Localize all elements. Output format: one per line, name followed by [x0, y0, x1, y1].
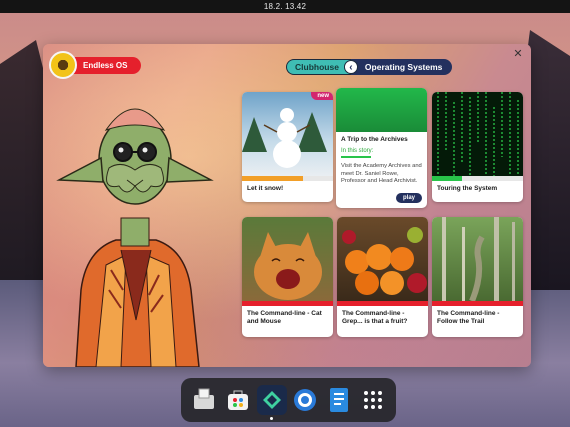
matrix-code-image: [437, 92, 519, 176]
card-description: Visit the Academy Archives and meet Dr. …: [341, 163, 422, 185]
card-progress-bar: [242, 176, 333, 181]
avatar: [49, 51, 77, 79]
quest-card[interactable]: The Command-line - Follow the Trail: [432, 217, 523, 337]
top-bar: 18.2. 13.42: [0, 0, 570, 13]
card-progress-bar: [432, 176, 523, 181]
clubhouse-window: ✕ Endless OS Clubhouse ‹ Operating Syste…: [43, 44, 531, 367]
card-title: Let it snow!: [247, 185, 284, 192]
card-title: The Command-line - Cat and Mouse: [247, 310, 322, 326]
card-thumbnail: new: [242, 92, 333, 176]
app-grid-icon[interactable]: [358, 385, 388, 415]
play-button[interactable]: play: [395, 193, 422, 203]
fruit-image: [342, 227, 427, 295]
browser-icon[interactable]: [290, 385, 320, 415]
card-progress-bar: [242, 301, 333, 306]
breadcrumb-current: Operating Systems: [350, 59, 453, 75]
files-app-icon[interactable]: [189, 385, 219, 415]
quest-card-expanded[interactable]: A Trip to the Archives In this story: Vi…: [336, 88, 427, 208]
breadcrumb-clubhouse[interactable]: Clubhouse: [286, 59, 351, 75]
card-subtitle: In this story:: [341, 148, 374, 155]
card-thumbnail: [336, 88, 427, 132]
close-icon[interactable]: ✕: [511, 47, 525, 61]
card-thumbnail: [337, 217, 428, 301]
forest-trail-image: [442, 217, 515, 303]
character-illustration: [56, 108, 214, 367]
app-center-icon[interactable]: [223, 385, 253, 415]
breadcrumb: Clubhouse ‹ Operating Systems: [286, 59, 453, 75]
card-title: The Command-line - Follow the Trail: [437, 310, 500, 326]
quest-card[interactable]: new Let it snow!: [242, 92, 333, 202]
user-name: Endless OS: [71, 56, 141, 74]
card-progress-bar: [337, 301, 428, 306]
quest-card[interactable]: The Command-line - Grep... is that a fru…: [337, 217, 428, 337]
card-title: Touring the System: [437, 185, 498, 192]
cat-image: [254, 232, 322, 300]
clock[interactable]: 18.2. 13.42: [264, 2, 306, 11]
card-title: The Command-line - Grep... is that a fru…: [342, 310, 408, 326]
card-thumbnail: [432, 217, 523, 303]
card-progress-bar: [432, 301, 523, 306]
documents-icon[interactable]: [324, 385, 354, 415]
dock: [181, 378, 396, 422]
quest-card[interactable]: Touring the System: [432, 92, 523, 202]
card-thumbnail: [242, 217, 333, 301]
quest-card[interactable]: The Command-line - Cat and Mouse: [242, 217, 333, 337]
clubhouse-icon[interactable]: [256, 385, 287, 420]
story-progress: [341, 156, 371, 159]
user-profile[interactable]: Endless OS: [49, 51, 141, 79]
quest-grid: new Let it snow! A Trip to the Archives …: [242, 88, 525, 340]
chevron-left-icon[interactable]: ‹: [343, 60, 358, 74]
snowman-image: [242, 108, 327, 168]
running-indicator: [270, 417, 274, 420]
new-badge: new: [311, 92, 333, 100]
card-thumbnail: [432, 92, 523, 176]
card-title: A Trip to the Archives: [341, 136, 408, 143]
